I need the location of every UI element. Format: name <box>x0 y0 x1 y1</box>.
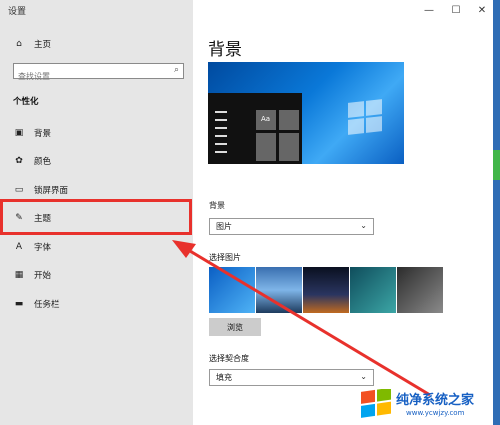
watermark-name: 纯净系统之家 <box>396 393 475 408</box>
watermark-url: www.ycwjzy.com <box>406 409 465 417</box>
watermark: 纯净系统之家 www.ycwjzy.com <box>360 385 500 425</box>
arrow-head <box>172 240 196 258</box>
arrow-line <box>179 243 431 397</box>
watermark-logo-icon <box>361 389 391 418</box>
desktop-edge <box>493 0 500 425</box>
desktop-edge-accent <box>493 150 500 180</box>
annotation-arrow <box>172 240 431 397</box>
